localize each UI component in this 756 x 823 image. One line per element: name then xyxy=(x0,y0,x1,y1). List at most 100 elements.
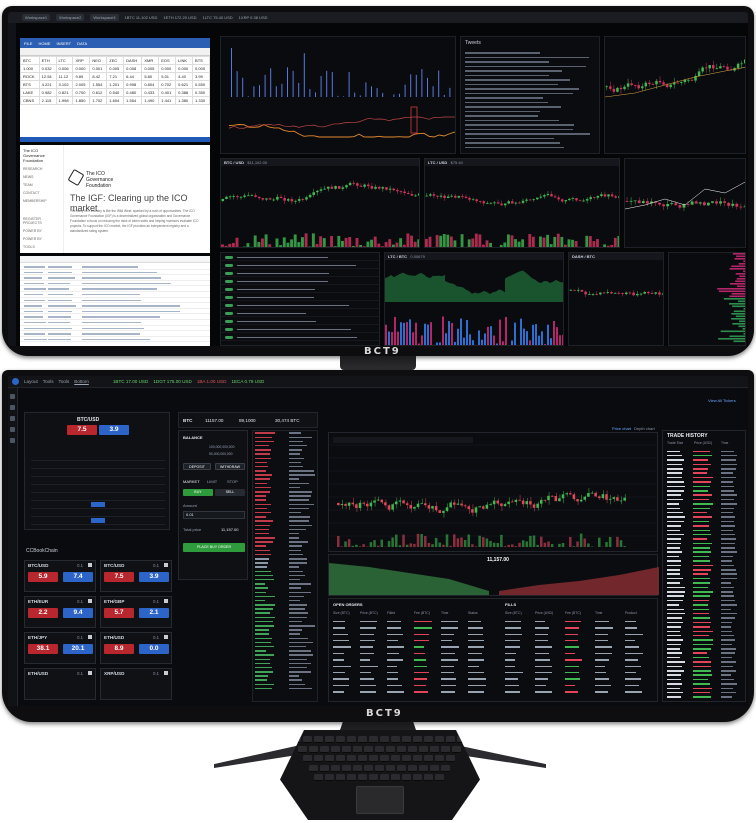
ribbon-item[interactable]: HOME xyxy=(38,41,50,46)
spreadsheet-cell[interactable]: ETH xyxy=(38,56,57,65)
list-item[interactable] xyxy=(20,337,210,343)
spreadsheet-cell[interactable]: 4.40 xyxy=(175,72,194,81)
tweets-panel[interactable]: Tweets xyxy=(460,36,600,154)
keyboard-key[interactable] xyxy=(380,774,389,781)
keyboard-key[interactable] xyxy=(385,764,395,772)
spreadsheet-cell[interactable]: 1.201 xyxy=(106,80,125,89)
keyboard-key[interactable] xyxy=(446,736,455,743)
keyboard-key[interactable] xyxy=(314,774,323,781)
ladder-row[interactable] xyxy=(31,501,165,509)
icg-nav-item[interactable]: POWER BY xyxy=(23,237,60,241)
keyboard-key[interactable] xyxy=(446,755,455,762)
keyboard-key[interactable] xyxy=(292,736,301,743)
menu-item[interactable]: Tools xyxy=(59,379,70,384)
icg-nav-item[interactable]: TEAM xyxy=(23,183,60,187)
tile-checkbox-icon[interactable] xyxy=(88,563,92,567)
spreadsheet-cell[interactable]: 9.89 xyxy=(72,72,91,81)
spreadsheet-cell[interactable]: 0.433 xyxy=(141,88,160,97)
workspace-tab[interactable]: Workspace2 xyxy=(56,14,85,21)
ladder-row[interactable] xyxy=(31,461,165,469)
spreadsheet-cell[interactable]: 3.99 xyxy=(192,72,210,81)
keyboard-key[interactable] xyxy=(352,764,362,772)
keyboard-key[interactable] xyxy=(424,755,433,762)
tile-checkbox-icon[interactable] xyxy=(164,599,168,603)
keyboard-key[interactable] xyxy=(308,745,318,753)
home-icon[interactable] xyxy=(10,394,15,399)
keyboard-key[interactable] xyxy=(413,736,422,743)
view-all-tickers-link[interactable]: View All Tickers xyxy=(708,398,736,403)
keyboard[interactable] xyxy=(280,730,480,820)
keyboard-key[interactable] xyxy=(435,755,444,762)
icg-nav-item[interactable]: RESEARCH xyxy=(23,167,60,171)
keyboard-key[interactable] xyxy=(429,764,439,772)
keyboard-key[interactable] xyxy=(314,736,323,743)
spreadsheet-cell[interactable]: BTS xyxy=(20,80,40,89)
withdraw-button[interactable]: WITHDRAW xyxy=(215,463,245,470)
order-ticket-widget[interactable]: BTC/USD 7.5 3.9 xyxy=(24,412,170,530)
spreadsheet-cell[interactable]: 0.008 xyxy=(123,64,143,73)
spreadsheet-cell[interactable]: 0.480 xyxy=(123,88,143,97)
order-row[interactable] xyxy=(333,619,655,624)
ladder-row[interactable] xyxy=(31,493,165,501)
trade-history[interactable]: TRADE HISTORY Trade Size Price (USD) Time xyxy=(662,430,746,702)
order-row[interactable] xyxy=(333,689,655,694)
keyboard-key[interactable] xyxy=(440,745,450,753)
spreadsheet-cell[interactable]: 1.330 xyxy=(192,96,210,105)
wallet-icon[interactable] xyxy=(10,416,15,421)
keyboard-key[interactable] xyxy=(435,774,444,781)
workspace-tab[interactable]: Workspace1 xyxy=(22,14,51,21)
spreadsheet-cell[interactable]: 3.102 xyxy=(55,80,74,89)
tile-sell-button[interactable]: 2.2 xyxy=(28,608,58,618)
icg-nav-item[interactable]: CONTACT xyxy=(23,191,60,195)
keyboard-key[interactable] xyxy=(424,736,433,743)
spreadsheet-cell[interactable]: 1.850 xyxy=(72,96,91,105)
amount-input[interactable]: 0.01 xyxy=(183,511,245,519)
spreadsheet-cell[interactable]: 5.01 xyxy=(158,72,177,81)
spreadsheet-cell[interactable]: 0.000 xyxy=(192,64,210,73)
keyboard-key[interactable] xyxy=(363,764,373,772)
keyboard-key[interactable] xyxy=(314,755,323,762)
feed-item[interactable] xyxy=(221,261,379,269)
feed-item[interactable] xyxy=(221,253,379,261)
ribbon-item[interactable]: DATA xyxy=(77,41,87,46)
order-row[interactable] xyxy=(333,683,655,688)
ribbon-item[interactable]: FILE xyxy=(24,41,32,46)
feed-item[interactable] xyxy=(221,269,379,277)
spreadsheet-cell[interactable]: 1.441 xyxy=(158,96,177,105)
workspace-tab[interactable]: Workspace3 xyxy=(90,14,119,21)
ladder-buy-button[interactable] xyxy=(91,502,105,507)
keyboard-key[interactable] xyxy=(407,764,417,772)
keyboard-key[interactable] xyxy=(358,774,367,781)
spreadsheet-cell[interactable]: 5.80 xyxy=(141,72,160,81)
keyboard-key[interactable] xyxy=(303,736,312,743)
user-icon[interactable] xyxy=(10,427,15,432)
price-chart-tab[interactable]: Price chart xyxy=(612,426,631,431)
keyboard-key[interactable] xyxy=(347,736,356,743)
keyboard-key[interactable] xyxy=(457,736,466,743)
keyboard-key[interactable] xyxy=(429,745,439,753)
spreadsheet-grid[interactable]: BTC ETH LTC XRP NEO ZEC DASH XMR EOS LINK BTS 1.000… xyxy=(20,56,210,105)
deposit-button[interactable]: DEPOSIT xyxy=(183,463,211,470)
spreadsheet-cell[interactable]: 0.612 xyxy=(89,88,108,97)
feed-item[interactable] xyxy=(221,293,379,301)
sell-toggle[interactable]: SELL xyxy=(215,489,245,496)
depth-chart[interactable]: 11,157.00 xyxy=(328,554,659,596)
keyboard-key[interactable] xyxy=(336,755,345,762)
order-row[interactable] xyxy=(333,664,655,669)
keyboard-key[interactable] xyxy=(418,764,428,772)
keyboard-key[interactable] xyxy=(440,764,450,772)
depth-chart-tab[interactable]: Depth chart xyxy=(634,426,655,431)
keyboard-key[interactable] xyxy=(341,745,351,753)
settings-icon[interactable] xyxy=(10,438,15,443)
feed-item[interactable] xyxy=(221,301,379,309)
ladder-row[interactable] xyxy=(31,509,165,517)
main-price-chart[interactable] xyxy=(328,432,659,552)
tile-checkbox-icon[interactable] xyxy=(88,671,92,675)
tile-buy-button[interactable]: 7.4 xyxy=(63,572,93,582)
trade-tile[interactable]: BTC/USD 0.1 7.5 3.9 xyxy=(100,560,172,592)
menu-item[interactable]: Tools xyxy=(43,379,54,384)
keyboard-key[interactable] xyxy=(391,736,400,743)
keyboard-key[interactable] xyxy=(385,745,395,753)
spreadsheet-cell[interactable]: 2.005 xyxy=(72,80,91,89)
spreadsheet-cell[interactable]: 0.350 xyxy=(192,88,210,97)
